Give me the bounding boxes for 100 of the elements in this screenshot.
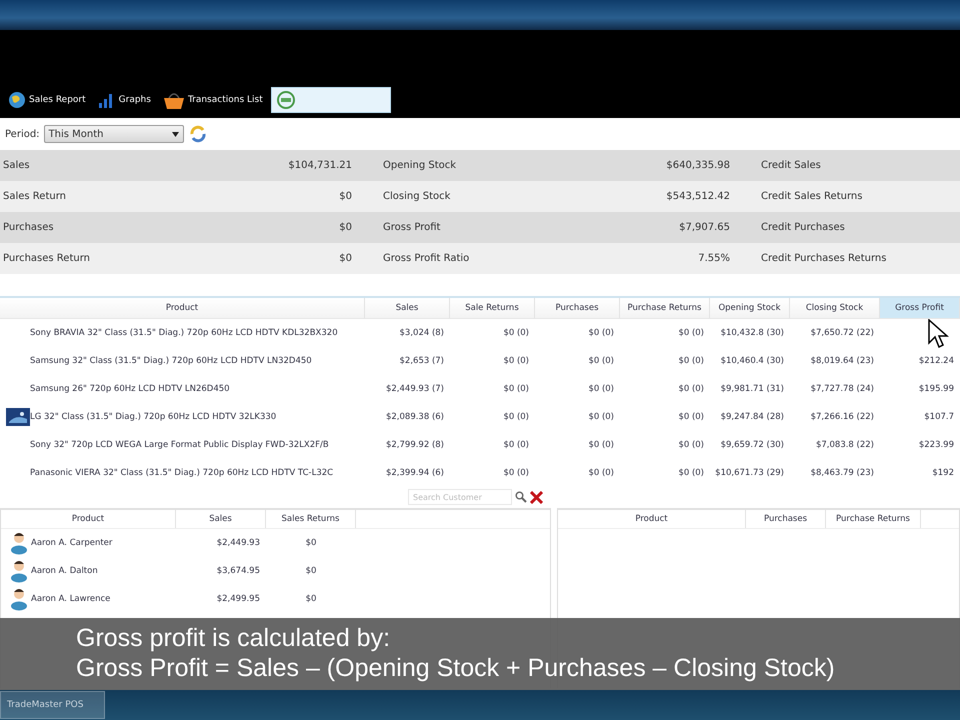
summary-value: $0 <box>338 253 352 264</box>
summary-value: $0 <box>338 222 352 233</box>
table-cell-text: $0 <box>304 538 318 548</box>
table-cell-text: $0 (0) <box>502 440 530 450</box>
table-cell-text: $7,650.72 (22) <box>810 328 875 338</box>
table-cell-text: $0 (0) <box>587 468 615 478</box>
caret-icon <box>172 132 179 136</box>
tab[interactable]: Graphs <box>94 87 155 113</box>
table-cell-text: $2,449.93 <box>216 538 261 548</box>
summary-value: $0 <box>338 191 352 202</box>
summary-label: Credit Sales <box>760 160 822 171</box>
table-cell-text: $192 <box>931 468 955 478</box>
table-cell-text: $107.7 <box>923 412 955 422</box>
table-cell-text: $9,659.72 (30) <box>720 440 785 450</box>
product-name: Panasonic VIERA 32" Class (31.5" Diag.) 720p 60Hz LCD HDTV TC-L32C <box>30 468 334 478</box>
summary-label: Credit Purchases <box>760 222 846 233</box>
table-cell-text: $3,674.95 <box>216 566 261 576</box>
summary-value: $7,907.65 <box>678 222 730 233</box>
globe-icon <box>8 91 26 109</box>
table-cell-text: $0 (0) <box>502 328 530 338</box>
table-cell-text: $2,799.92 (8) <box>384 440 445 450</box>
product-name: LG 32" Class (31.5" Diag.) 720p 60Hz LCD HDTV 32LK330 <box>30 412 278 422</box>
tab[interactable]: Transactions List <box>158 87 267 113</box>
summary-value: 7.55% <box>697 253 730 264</box>
table-cell-text: $0 (0) <box>677 412 705 422</box>
table-cell-text: $0 (0) <box>587 440 615 450</box>
summary-value: $640,335.98 <box>665 160 730 171</box>
tab[interactable]: Sales Report <box>4 87 90 113</box>
summary-value: $104,731.21 <box>287 160 352 171</box>
table-cell-text: $212.24 <box>918 356 955 366</box>
column-header[interactable]: Sales Returns <box>266 510 356 528</box>
table-cell-text: $2,449.93 (7) <box>384 384 445 394</box>
table-cell-text: $0 (0) <box>677 328 705 338</box>
table-cell-text: $10,460.4 (30) <box>720 356 785 366</box>
customer-name: Aaron A. Carpenter <box>31 538 114 548</box>
column-header[interactable]: Purchase Returns <box>620 298 710 318</box>
refresh-icon[interactable] <box>188 124 208 144</box>
customer-name: Aaron A. Dalton <box>31 566 99 576</box>
table-cell-text: $7,727.78 (24) <box>810 384 875 394</box>
customer-name: Aaron A. Lawrence <box>31 594 112 604</box>
table-cell-text: $0 (0) <box>502 384 530 394</box>
summary-label: Gross Profit <box>382 222 442 233</box>
table-cell-text: $2,089.38 (6) <box>384 412 445 422</box>
mouse-pointer-icon <box>928 319 950 349</box>
badge-icon <box>274 90 297 110</box>
column-header[interactable]: Gross Profit <box>880 298 960 318</box>
summary-label: Gross Profit Ratio <box>382 253 470 264</box>
summary-label: Credit Sales Returns <box>760 191 864 202</box>
table-cell-text: $195.99 <box>918 384 955 394</box>
summary-label: Purchases Return <box>2 253 91 264</box>
table-cell-text: $0 (0) <box>677 468 705 478</box>
table-cell-text: $8,019.64 (23) <box>810 356 875 366</box>
table-cell-text: $2,499.95 <box>216 594 261 604</box>
table-cell-text: $0 (0) <box>587 384 615 394</box>
table-cell-text: $0 (0) <box>587 356 615 366</box>
table-cell-text: $0 (0) <box>677 440 705 450</box>
period-dropdown[interactable]: This Month <box>44 125 184 143</box>
table-cell-text: $2,653 (7) <box>398 356 445 366</box>
summary-label: Purchases <box>2 222 55 233</box>
table-cell-text: $7,266.16 (22) <box>810 412 875 422</box>
column-header[interactable]: Purchases <box>746 510 826 528</box>
table-cell-text: $0 (0) <box>677 384 705 394</box>
column-header[interactable]: Opening Stock <box>710 298 790 318</box>
table-cell-text: $0 (0) <box>502 468 530 478</box>
tab[interactable] <box>270 87 391 113</box>
product-name: Sony BRAVIA 32" Class (31.5" Diag.) 720p 60Hz LCD HDTV KDL32BX320 <box>30 328 339 338</box>
person-icon <box>9 559 29 583</box>
table-cell-text: $223.99 <box>918 440 955 450</box>
table-cell-text: $0 (0) <box>677 356 705 366</box>
table-cell-text: $9,981.71 (31) <box>720 384 785 394</box>
column-header[interactable]: Product <box>0 298 365 318</box>
product-name: Samsung 26" 720p 60Hz LCD HDTV LN26D450 <box>30 384 231 394</box>
summary-value: $543,512.42 <box>665 191 730 202</box>
summary-label: Closing Stock <box>382 191 452 202</box>
table-cell-text: $3,024 (8) <box>398 328 445 338</box>
table-cell-text: $0 (0) <box>502 412 530 422</box>
person-icon <box>9 531 29 555</box>
column-header[interactable]: Purchase Returns <box>826 510 921 528</box>
summary-label: Credit Purchases Returns <box>760 253 888 264</box>
search-field[interactable]: Search Customer <box>408 489 512 505</box>
person-icon <box>9 587 29 611</box>
column-header[interactable]: Sale Returns <box>450 298 535 318</box>
table-cell-text: $9,247.84 (28) <box>720 412 785 422</box>
column-header[interactable]: Product <box>558 510 746 528</box>
table-cell-text: $0 (0) <box>587 328 615 338</box>
search-icon[interactable] <box>515 491 527 503</box>
column-header[interactable]: Purchases <box>535 298 620 318</box>
table-cell-text: $0 (0) <box>587 412 615 422</box>
taskbar-button[interactable]: TradeMaster POS <box>0 691 105 719</box>
column-header[interactable]: Sales <box>365 298 450 318</box>
close-icon[interactable] <box>530 490 543 504</box>
summary-label: Sales <box>2 160 31 171</box>
table-cell-text: $10,432.8 (30) <box>720 328 785 338</box>
caption-text: Gross Profit = Sales – (Opening Stock + Purchases – Closing Stock) <box>76 653 836 683</box>
summary-label: Sales Return <box>2 191 67 202</box>
column-header[interactable]: Sales <box>176 510 266 528</box>
table-cell-text: $7,083.8 (22) <box>814 440 875 450</box>
column-header[interactable]: Product <box>1 510 176 528</box>
caption-text: Gross profit is calculated by: <box>76 623 392 653</box>
product-name: Samsung 32" Class (31.5" Diag.) 720p 60Hz LCD HDTV LN32D450 <box>30 356 313 366</box>
